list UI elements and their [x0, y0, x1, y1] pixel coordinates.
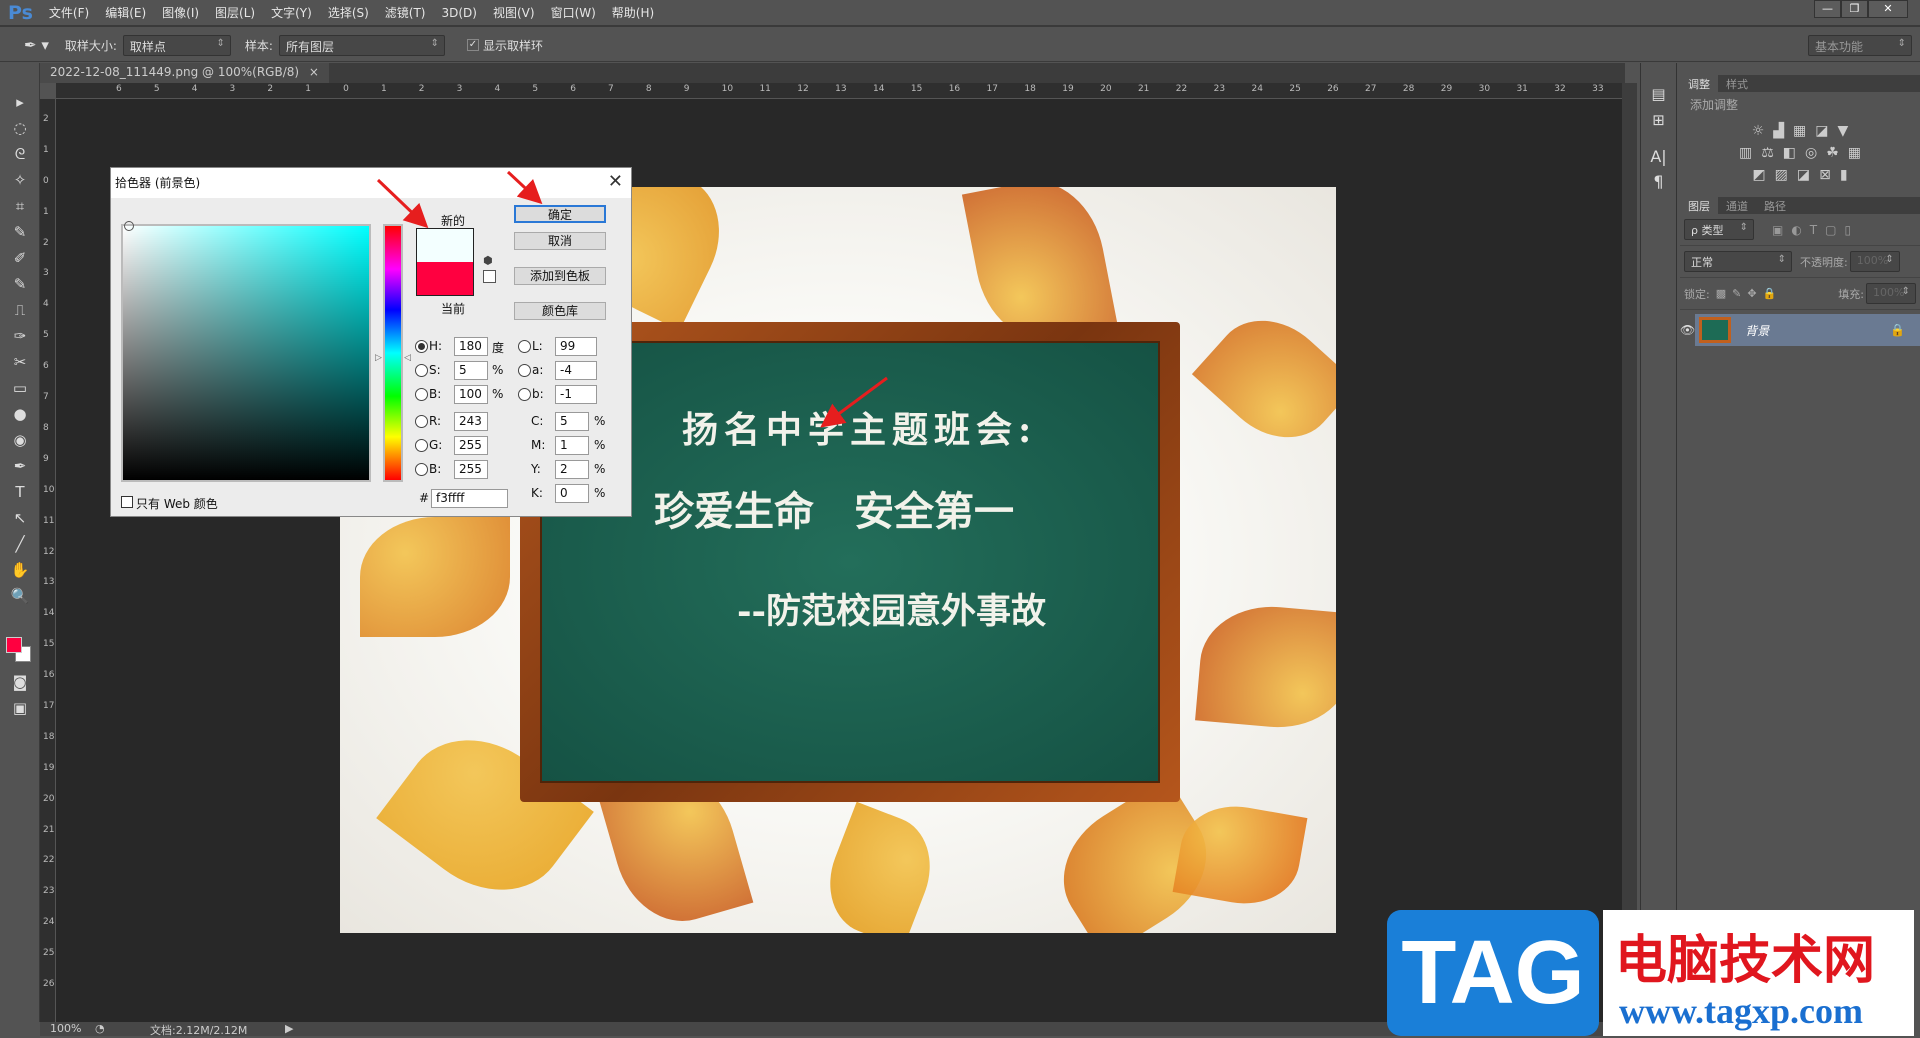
- layer-filter-select[interactable]: ρ 类型: [1684, 219, 1754, 240]
- vibrance-icon[interactable]: ▼: [1838, 123, 1849, 139]
- panel-dock: ▤ ⊞ A| ¶: [1640, 63, 1677, 1036]
- gradient-map-icon[interactable]: ▮: [1840, 167, 1848, 183]
- color-lookup-icon[interactable]: ▦: [1848, 145, 1861, 161]
- paragraph-icon[interactable]: ¶: [1641, 172, 1676, 191]
- brightness-icon[interactable]: ☼: [1752, 123, 1765, 139]
- fill-input[interactable]: 100%: [1866, 283, 1916, 304]
- tab-styles[interactable]: 样式: [1718, 75, 1756, 92]
- adjustment-icons-row-2: ▥ ⚖ ◧ ◎ ☘ ▦: [1680, 145, 1920, 161]
- layer-filter-icons[interactable]: ▣◐T▢▯: [1772, 223, 1859, 237]
- zoom-level[interactable]: 100%: [50, 1022, 81, 1035]
- arrow-to-new-color: [376, 178, 429, 229]
- tab-paths[interactable]: 路径: [1756, 197, 1794, 214]
- curves-icon[interactable]: ▦: [1793, 123, 1806, 139]
- photo-filter-icon[interactable]: ◎: [1805, 145, 1817, 161]
- layer-thumbnail: [1699, 317, 1732, 343]
- properties-icon[interactable]: ⊞: [1641, 111, 1676, 129]
- watermark: TAG 电脑技术网 www.tagxp.com: [1387, 910, 1914, 1036]
- posterize-icon[interactable]: ▨: [1775, 167, 1788, 183]
- fill-label: 填充:: [1838, 287, 1864, 301]
- watermark-site-name: 电脑技术网: [1615, 931, 1876, 991]
- hue-saturation-icon[interactable]: ▥: [1739, 145, 1752, 161]
- character-icon[interactable]: A|: [1641, 147, 1676, 166]
- arrow-to-board: [820, 376, 888, 428]
- visibility-eye-icon[interactable]: 👁: [1680, 323, 1695, 337]
- exposure-icon[interactable]: ◪: [1815, 123, 1828, 139]
- watermark-tag-logo: TAG: [1387, 910, 1599, 1036]
- annotation-arrows: [376, 170, 888, 428]
- arrow-to-ok-button: [506, 170, 543, 205]
- invert-icon[interactable]: ◩: [1752, 167, 1765, 183]
- status-menu-arrow-icon[interactable]: ▶: [285, 1022, 293, 1035]
- status-icon[interactable]: ◔: [95, 1022, 105, 1035]
- tab-channels[interactable]: 通道: [1718, 197, 1756, 214]
- layer-row[interactable]: 👁 背景 🔒: [1680, 314, 1920, 346]
- adjustment-icons-row-3: ◩ ▨ ◪ ⊠ ▮: [1680, 167, 1920, 183]
- layers-tabs: 图层 通道 路径: [1680, 197, 1920, 214]
- color-balance-icon[interactable]: ⚖: [1761, 145, 1774, 161]
- opacity-input[interactable]: 100%: [1849, 251, 1900, 272]
- tab-layers[interactable]: 图层: [1680, 197, 1718, 214]
- layer-name[interactable]: 背景: [1745, 322, 1769, 339]
- add-adjustment-heading: 添加调整: [1690, 98, 1739, 112]
- levels-icon[interactable]: ▟: [1773, 123, 1784, 139]
- selective-color-icon[interactable]: ⊠: [1819, 167, 1831, 183]
- right-panels: 调整 样式 添加调整 ☼ ▟ ▦ ◪ ▼ ▥ ⚖ ◧ ◎ ☘ ▦ ◩ ▨ ◪ ⊠ ▮ 图层 通道 路径 ρ…: [1680, 63, 1920, 1036]
- watermark-url: www.tagxp.com: [1619, 991, 1863, 1031]
- foreground-color-swatch[interactable]: [6, 637, 22, 653]
- layer-lock-icon: 🔒: [1890, 323, 1906, 337]
- blend-mode-select[interactable]: 正常: [1684, 251, 1792, 272]
- black-white-icon[interactable]: ◧: [1783, 145, 1796, 161]
- history-icon[interactable]: ▤: [1641, 85, 1676, 103]
- lock-label: 锁定:: [1684, 287, 1710, 301]
- opacity-label: 不透明度:: [1800, 255, 1848, 269]
- tab-adjustments[interactable]: 调整: [1680, 75, 1718, 92]
- channel-mixer-icon[interactable]: ☘: [1826, 145, 1839, 161]
- lock-icons[interactable]: ▩✎✥🔒: [1716, 287, 1783, 300]
- threshold-icon[interactable]: ◪: [1797, 167, 1810, 183]
- adjustments-tabs: 调整 样式: [1680, 75, 1920, 92]
- adjustment-icons-row-1: ☼ ▟ ▦ ◪ ▼: [1680, 123, 1920, 139]
